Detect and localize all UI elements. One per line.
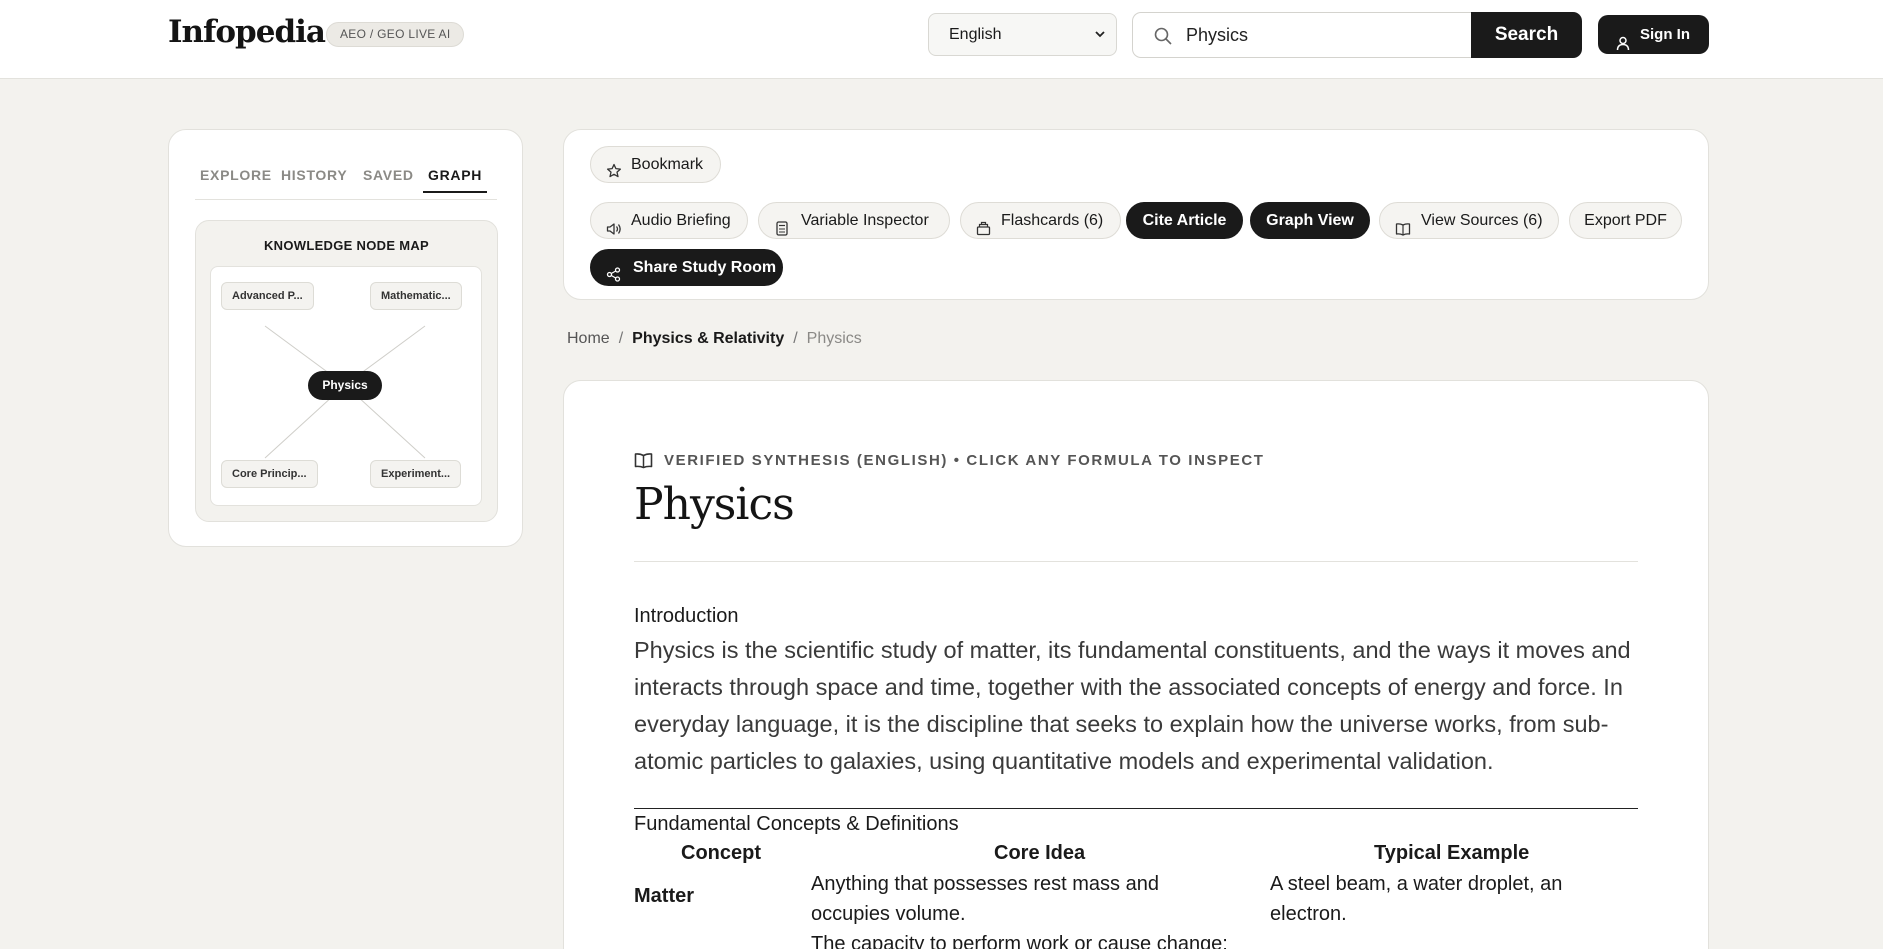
section-heading: Fundamental Concepts & Definitions bbox=[634, 813, 959, 835]
top-bar: Infopedia AEO / GEO LIVE AI English Phys… bbox=[0, 0, 1883, 79]
chevron-down-icon bbox=[1094, 14, 1106, 72]
view-sources-label: View Sources (6) bbox=[1421, 212, 1543, 229]
bookmark-label: Bookmark bbox=[631, 156, 704, 173]
share-study-room-label: Share Study Room bbox=[633, 259, 777, 276]
tab-saved[interactable]: SAVED bbox=[363, 167, 414, 183]
sign-in-label: Sign In bbox=[1640, 26, 1690, 43]
map-title: KNOWLEDGE NODE MAP bbox=[263, 238, 429, 253]
tab-history[interactable]: HISTORY bbox=[281, 167, 347, 183]
star-icon bbox=[606, 157, 622, 192]
audio-briefing-button[interactable]: Audio Briefing bbox=[590, 202, 748, 239]
graph-node[interactable]: Advanced P... bbox=[221, 282, 314, 310]
share-icon bbox=[606, 260, 621, 295]
graph-view-button[interactable]: Graph View bbox=[1250, 202, 1370, 239]
breadcrumb-current: Physics bbox=[806, 330, 862, 347]
user-icon bbox=[1616, 27, 1630, 66]
flashcards-button[interactable]: Flashcards (6) bbox=[960, 202, 1121, 239]
variable-inspector-button[interactable]: Variable Inspector bbox=[758, 202, 950, 239]
breadcrumb-separator: / bbox=[618, 330, 624, 347]
tab-graph[interactable]: GRAPH bbox=[423, 167, 488, 193]
book-open-icon bbox=[1395, 214, 1411, 249]
bookmark-button[interactable]: Bookmark bbox=[590, 146, 721, 183]
ai-badge: AEO / GEO LIVE AI bbox=[326, 22, 465, 47]
table-header-example: Typical Example bbox=[1374, 842, 1530, 864]
graph-node[interactable]: Core Princip... bbox=[221, 460, 318, 488]
logo[interactable]: Infopedia bbox=[168, 14, 326, 50]
breadcrumb-category[interactable]: Physics & Relativity bbox=[632, 330, 784, 347]
layers-icon bbox=[976, 214, 991, 249]
view-sources-button[interactable]: View Sources (6) bbox=[1379, 202, 1559, 239]
audio-briefing-label: Audio Briefing bbox=[631, 212, 731, 229]
share-study-room-button[interactable]: Share Study Room bbox=[590, 249, 783, 286]
export-pdf-button[interactable]: Export PDF bbox=[1569, 202, 1682, 239]
language-select[interactable]: English bbox=[928, 13, 1117, 56]
breadcrumb-separator: / bbox=[793, 330, 798, 347]
table-cell-core-idea: Anything that possesses rest mass and bbox=[811, 873, 1159, 895]
search-button[interactable]: Search bbox=[1471, 12, 1582, 58]
breadcrumb-home[interactable]: Home bbox=[567, 330, 610, 347]
verified-text: VERIFIED SYNTHESIS (ENGLISH) • CLICK ANY… bbox=[664, 452, 1265, 469]
sign-in-button[interactable]: Sign In bbox=[1598, 15, 1709, 54]
divider bbox=[634, 561, 1638, 562]
search-input[interactable]: Physics bbox=[1132, 12, 1472, 58]
table-cell-core-idea: occupies volume. bbox=[811, 903, 966, 925]
graph-node[interactable]: Mathematic... bbox=[370, 282, 462, 310]
knowledge-node-map: KNOWLEDGE NODE MAP Advanced P... Mathema… bbox=[195, 220, 498, 522]
table-cell-example: A steel beam, a water droplet, an bbox=[1270, 873, 1563, 895]
page-title: Physics bbox=[634, 479, 795, 530]
sidebar-panel: EXPLORE HISTORY SAVED GRAPH KNOWLEDGE NO… bbox=[168, 129, 523, 547]
divider bbox=[634, 808, 1638, 809]
verified-synthesis-label: VERIFIED SYNTHESIS (ENGLISH) • CLICK ANY… bbox=[634, 452, 1265, 469]
node-graph: Advanced P... Mathematic... Physics Core… bbox=[210, 266, 482, 506]
search-icon bbox=[1153, 26, 1173, 51]
table-cell-example: electron. bbox=[1270, 903, 1347, 925]
table-row-concept: Matter bbox=[634, 885, 695, 907]
graph-center-node[interactable]: Physics bbox=[308, 371, 382, 400]
language-value: English bbox=[949, 26, 1002, 43]
tab-explore[interactable]: EXPLORE bbox=[200, 167, 272, 183]
speaker-icon bbox=[606, 214, 622, 249]
breadcrumb: Home / Physics & Relativity / Physics bbox=[567, 330, 862, 348]
graph-node[interactable]: Experiment... bbox=[370, 460, 462, 488]
table-header-core-idea: Core Idea bbox=[994, 842, 1086, 864]
book-open-icon bbox=[634, 452, 653, 473]
sidebar-tabs: EXPLORE HISTORY SAVED GRAPH bbox=[195, 158, 497, 200]
calculator-icon bbox=[776, 214, 788, 249]
article-toolbar: Bookmark Audio Briefing Variable Inspect… bbox=[563, 129, 1709, 300]
search-value: Physics bbox=[1186, 25, 1249, 45]
table-header-concept: Concept bbox=[681, 842, 761, 864]
cite-article-button[interactable]: Cite Article bbox=[1126, 202, 1243, 239]
table-cell-core-idea: The capacity to perform work or cause ch… bbox=[811, 933, 1228, 949]
article-card: VERIFIED SYNTHESIS (ENGLISH) • CLICK ANY… bbox=[563, 380, 1709, 949]
intro-paragraph: Physics is the scientific study of matte… bbox=[634, 637, 1631, 774]
intro-heading: Introduction bbox=[634, 605, 739, 627]
variable-inspector-label: Variable Inspector bbox=[801, 212, 929, 229]
flashcards-label: Flashcards (6) bbox=[1001, 212, 1104, 229]
